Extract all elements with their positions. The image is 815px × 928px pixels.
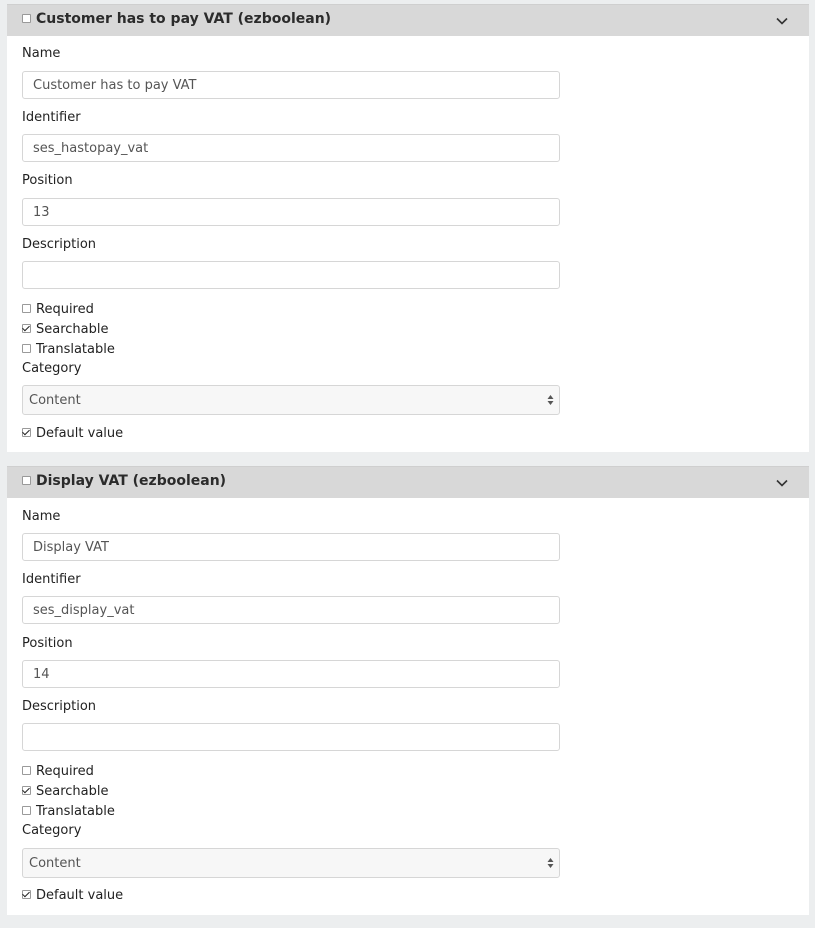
position-label: Position bbox=[22, 636, 73, 651]
up-down-arrows-icon bbox=[547, 395, 554, 405]
translatable-checkbox[interactable] bbox=[22, 806, 31, 815]
category-select-value: Content bbox=[29, 856, 81, 871]
panel-title: Display VAT (ezboolean) bbox=[36, 473, 227, 489]
chevron-down-icon[interactable] bbox=[775, 14, 789, 28]
up-down-arrows-icon bbox=[547, 858, 554, 868]
default-value-checkbox[interactable] bbox=[22, 428, 31, 437]
category-label: Category bbox=[22, 823, 82, 838]
category-select[interactable]: Content bbox=[22, 848, 560, 878]
panel-title: Customer has to pay VAT (ezboolean) bbox=[36, 11, 332, 27]
name-label: Name bbox=[22, 46, 61, 61]
field-panel-display-vat: Display VAT (ezboolean) Name Display VAT… bbox=[7, 466, 809, 915]
searchable-checkbox[interactable] bbox=[22, 324, 31, 333]
name-input[interactable]: Display VAT bbox=[22, 533, 560, 561]
identifier-label: Identifier bbox=[22, 572, 81, 587]
default-value-label: Default value bbox=[36, 888, 124, 903]
searchable-checkbox[interactable] bbox=[22, 786, 31, 795]
required-label: Required bbox=[36, 302, 94, 317]
field-panel-customer-vat: Customer has to pay VAT (ezboolean) Name… bbox=[7, 4, 809, 452]
panel-select-checkbox[interactable] bbox=[22, 14, 31, 23]
default-value-checkbox[interactable] bbox=[22, 890, 31, 899]
translatable-label: Translatable bbox=[36, 804, 115, 819]
identifier-input-value: ses_hastopay_vat bbox=[33, 141, 149, 156]
position-input-value: 13 bbox=[33, 205, 50, 220]
default-value-label: Default value bbox=[36, 426, 124, 441]
identifier-input[interactable]: ses_hastopay_vat bbox=[22, 134, 560, 162]
translatable-label: Translatable bbox=[36, 342, 115, 357]
position-label: Position bbox=[22, 173, 73, 188]
identifier-input-value: ses_display_vat bbox=[33, 603, 135, 618]
description-input[interactable] bbox=[22, 723, 560, 751]
panel-select-checkbox[interactable] bbox=[22, 476, 31, 485]
position-input[interactable]: 13 bbox=[22, 198, 560, 226]
panel-header[interactable]: Customer has to pay VAT (ezboolean) bbox=[7, 4, 809, 36]
name-input[interactable]: Customer has to pay VAT bbox=[22, 71, 560, 99]
category-label: Category bbox=[22, 361, 82, 376]
required-checkbox[interactable] bbox=[22, 766, 31, 775]
searchable-label: Searchable bbox=[36, 322, 109, 337]
chevron-down-icon[interactable] bbox=[775, 476, 789, 490]
translatable-checkbox[interactable] bbox=[22, 344, 31, 353]
panel-header[interactable]: Display VAT (ezboolean) bbox=[7, 466, 809, 498]
identifier-input[interactable]: ses_display_vat bbox=[22, 596, 560, 624]
identifier-label: Identifier bbox=[22, 110, 81, 125]
position-input-value: 14 bbox=[33, 667, 50, 682]
name-input-value: Customer has to pay VAT bbox=[33, 78, 197, 93]
description-label: Description bbox=[22, 237, 97, 252]
description-input[interactable] bbox=[22, 261, 560, 289]
category-select[interactable]: Content bbox=[22, 385, 560, 415]
required-label: Required bbox=[36, 764, 94, 779]
position-input[interactable]: 14 bbox=[22, 660, 560, 688]
description-label: Description bbox=[22, 699, 97, 714]
name-label: Name bbox=[22, 509, 61, 524]
category-select-value: Content bbox=[29, 393, 81, 408]
required-checkbox[interactable] bbox=[22, 304, 31, 313]
searchable-label: Searchable bbox=[36, 784, 109, 799]
name-input-value: Display VAT bbox=[33, 540, 109, 555]
